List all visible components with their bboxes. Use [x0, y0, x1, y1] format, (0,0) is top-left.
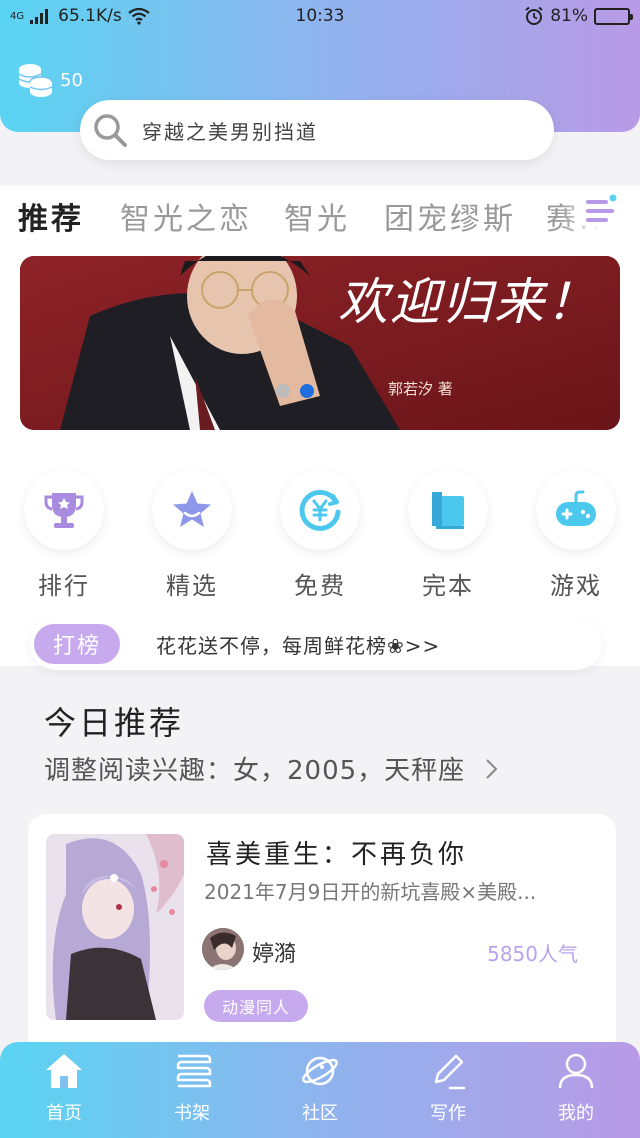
quick-link-label: 精选	[166, 572, 218, 600]
nav-community[interactable]: 社区	[256, 1052, 384, 1125]
coin-balance[interactable]: 50	[16, 62, 83, 98]
nav-label: 首页	[46, 1103, 82, 1124]
tab-tuanchong[interactable]: 团宠缪斯	[384, 194, 516, 238]
banner-author: 郭若汐 著	[388, 380, 453, 398]
book-icon	[432, 492, 464, 529]
bookshelf-icon	[176, 1054, 212, 1088]
menu-icon[interactable]	[584, 194, 618, 228]
nav-home[interactable]: 首页	[0, 1052, 128, 1125]
banner-title: 欢迎归来！	[338, 273, 598, 331]
trophy-icon	[44, 493, 84, 528]
quick-link-selected[interactable]: 精选	[150, 470, 234, 601]
category-tabs: 推荐 智光之恋 智光 团宠缪斯 赛...	[0, 186, 640, 246]
reading-preference-link[interactable]: 调整阅读兴趣：女，2005，天秤座	[44, 750, 500, 787]
user-icon	[558, 1053, 594, 1089]
coin-stack-icon	[18, 64, 53, 97]
search-query: 穿越之美男别挡道	[142, 119, 318, 144]
tab-recommend[interactable]: 推荐	[18, 194, 84, 238]
book-title[interactable]: 喜美重生：不再负你	[206, 834, 467, 871]
genre-tag[interactable]: 动漫同人	[204, 990, 308, 1022]
book-description: 2021年7月9日开的新坑喜殿×美殿...	[204, 880, 537, 904]
star-icon	[173, 491, 211, 527]
home-icon	[46, 1054, 82, 1088]
coin-count: 50	[60, 69, 83, 91]
notice-badge: 打榜	[34, 624, 120, 664]
ranking-notice[interactable]: 打榜 花花送不停，每周鲜花榜❀>>	[30, 618, 602, 670]
tab-zhiguang-love[interactable]: 智光之恋	[120, 194, 252, 238]
quick-link-games[interactable]: 游戏	[534, 470, 618, 601]
reading-preference-text: 调整阅读兴趣：女，2005，天秤座	[44, 756, 466, 786]
yen-coin-icon	[299, 489, 341, 531]
book-cover[interactable]	[46, 834, 184, 1020]
gamepad-icon	[556, 490, 596, 526]
quick-link-label: 免费	[294, 572, 346, 600]
status-bar: 4G 65.1K/s 10:33 81%	[0, 0, 640, 34]
carousel-dot[interactable]	[276, 384, 290, 398]
nav-label: 社区	[302, 1103, 338, 1124]
quick-link-label: 完本	[422, 572, 474, 600]
pen-icon	[434, 1054, 466, 1090]
alarm-icon	[525, 6, 543, 25]
nav-label: 写作	[430, 1103, 466, 1124]
quick-link-completed[interactable]: 完本	[406, 470, 490, 601]
search-bar[interactable]: 穿越之美男别挡道	[80, 100, 554, 160]
battery-percent: 81%	[550, 6, 588, 26]
quick-link-ranking[interactable]: 排行	[22, 470, 106, 601]
author-avatar[interactable]	[202, 928, 244, 970]
carousel-dots	[276, 384, 314, 398]
nav-label: 我的	[558, 1103, 594, 1124]
nav-bookshelf[interactable]: 书架	[128, 1052, 256, 1125]
author-name[interactable]: 婷漪	[252, 936, 296, 968]
popularity-count: 5850人气	[487, 942, 578, 966]
search-icon	[94, 114, 127, 147]
quick-link-label: 游戏	[550, 572, 602, 600]
chevron-right-icon	[486, 759, 498, 779]
nav-write[interactable]: 写作	[384, 1052, 512, 1125]
battery-icon	[594, 7, 633, 25]
planet-icon	[302, 1056, 338, 1086]
carousel-dot-active[interactable]	[300, 384, 314, 398]
banner-carousel[interactable]: 欢迎归来！ 郭若汐 著	[20, 256, 620, 430]
nav-profile[interactable]: 我的	[512, 1052, 640, 1125]
nav-label: 书架	[174, 1103, 210, 1124]
tab-zhiguang[interactable]: 智光	[284, 194, 350, 238]
quick-link-free[interactable]: 免费	[278, 470, 362, 601]
quick-link-label: 排行	[38, 572, 90, 600]
notice-message: 花花送不停，每周鲜花榜❀>>	[156, 633, 441, 658]
section-title: 今日推荐	[44, 704, 185, 742]
